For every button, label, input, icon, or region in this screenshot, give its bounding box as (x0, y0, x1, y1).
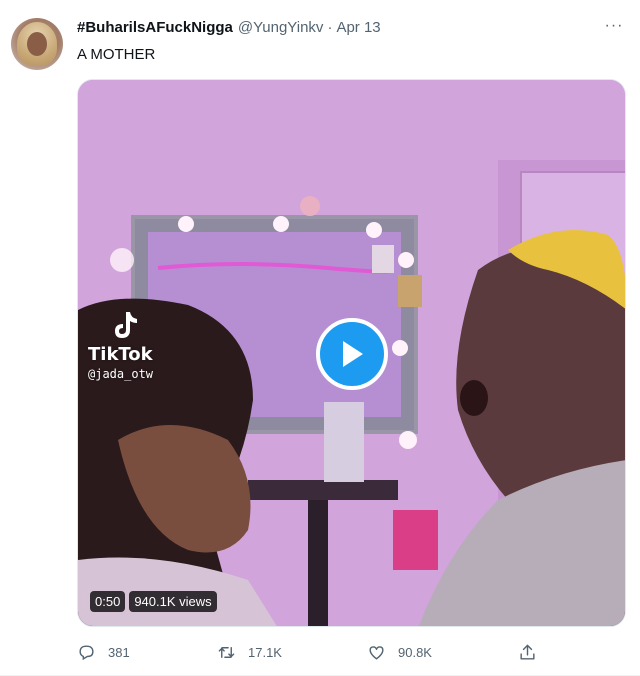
reply-count: 381 (108, 644, 130, 660)
tiktok-logo-icon (115, 312, 137, 338)
retweet-count: 17.1K (248, 644, 282, 660)
retweet-button[interactable]: 17.1K (217, 643, 282, 662)
avatar[interactable] (11, 18, 63, 70)
tweet-header: #BuharilsAFuckNigga @YungYinkv · Apr 13 (77, 19, 381, 36)
tiktok-brand: TikTok (88, 344, 153, 365)
tweet-actions: 381 17.1K 90.8K (77, 640, 557, 664)
like-count: 90.8K (398, 644, 432, 660)
views-badge: 940.1K views (129, 591, 217, 612)
avatar-face (27, 32, 47, 56)
like-button[interactable]: 90.8K (367, 643, 432, 662)
video-player[interactable]: TikTok @jada_otw 0:50 940.1K views (77, 79, 626, 627)
display-name[interactable]: #BuharilsAFuckNigga (77, 19, 233, 36)
more-options-button[interactable]: ··· (602, 14, 626, 38)
like-icon (369, 645, 384, 660)
tweet-text: A MOTHER (77, 46, 156, 63)
play-button[interactable] (316, 318, 388, 390)
play-icon (343, 341, 363, 367)
user-handle[interactable]: @YungYinkv (238, 19, 324, 36)
header-separator: · (327, 19, 333, 36)
retweet-icon (218, 646, 235, 658)
tiktok-username: @jada_otw (88, 367, 154, 381)
more-icon: ··· (604, 17, 624, 34)
video-badges: 0:50 940.1K views (90, 591, 217, 612)
share-button[interactable] (518, 643, 549, 662)
tweet: #BuharilsAFuckNigga @YungYinkv · Apr 13 … (0, 0, 640, 676)
share-icon (520, 644, 535, 660)
tweet-date[interactable]: Apr 13 (336, 19, 380, 36)
duration-badge: 0:50 (90, 591, 126, 612)
reply-icon (79, 644, 94, 660)
tiktok-watermark: TikTok @jada_otw (88, 310, 153, 381)
reply-button[interactable]: 381 (77, 643, 130, 662)
